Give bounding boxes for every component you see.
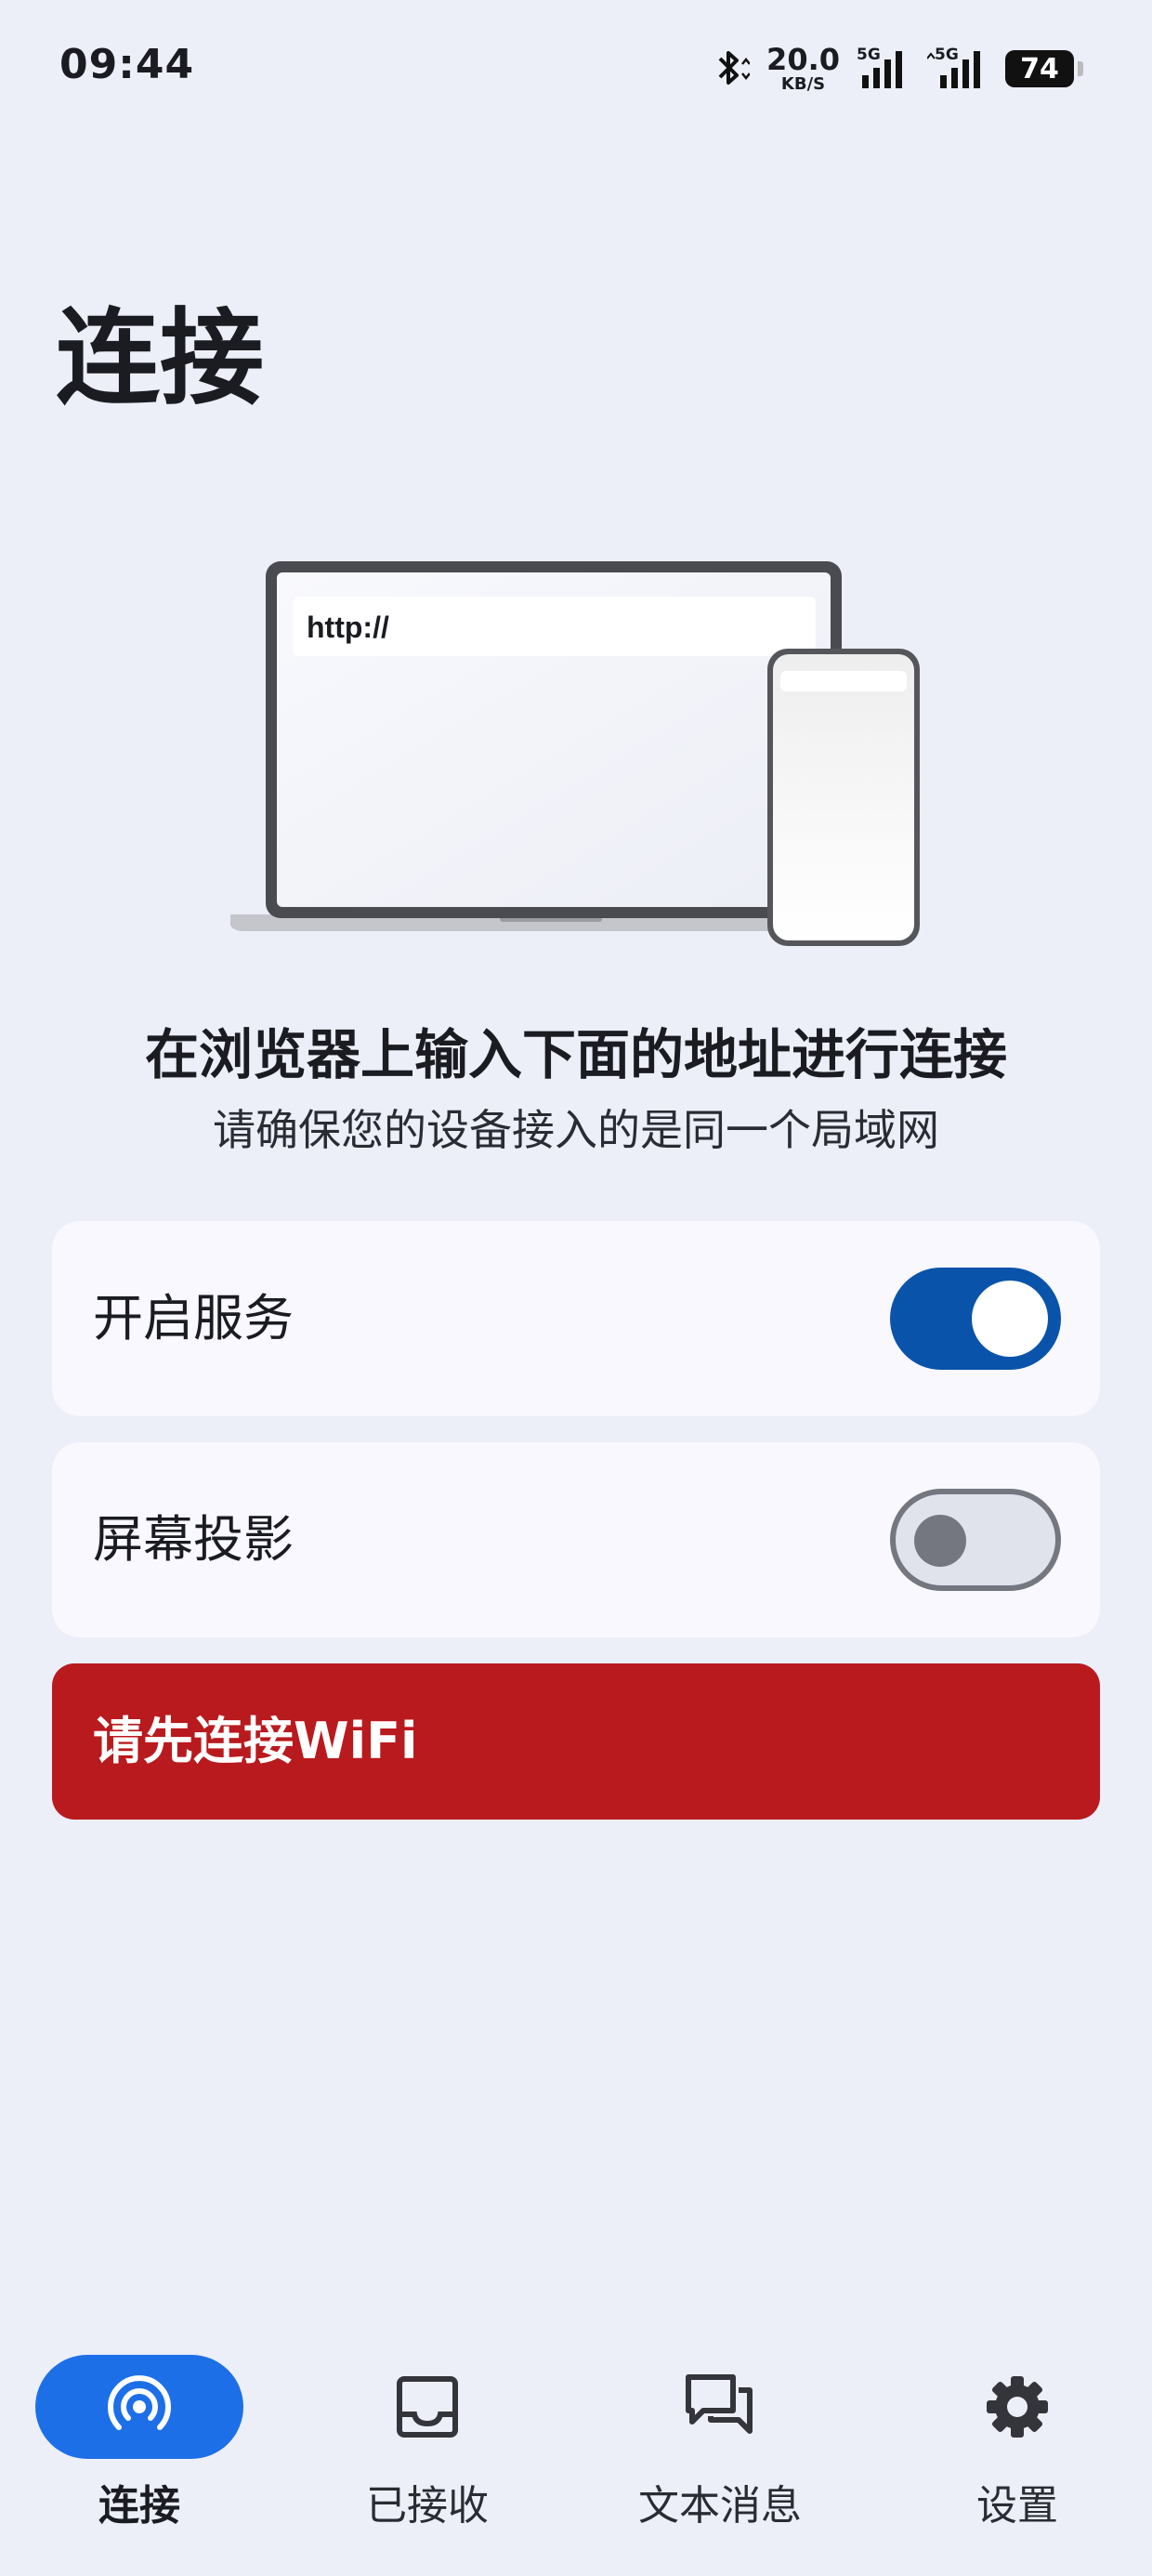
network-speed-unit: KB/S (780, 74, 826, 94)
wifi-warning-banner[interactable]: 请先连接WiFi (52, 1663, 1100, 1820)
battery-icon: 74 (1005, 50, 1083, 87)
network-speed: 20.0 KB/S (766, 45, 840, 93)
nav-item-text-messages[interactable]: 文本消息 (581, 2342, 859, 2530)
nav-item-connect[interactable]: 连接 (0, 2342, 279, 2530)
screen-projection-label: 屏幕投影 (93, 1510, 294, 1569)
signal-type-label: 5G (935, 46, 959, 64)
toggle-knob (972, 1281, 1048, 1357)
battery-level: 74 (1020, 52, 1059, 85)
bluetooth-icon (713, 47, 751, 90)
signal-icon: 5G (857, 46, 910, 90)
nav-icon-container (616, 2355, 824, 2459)
network-speed-value: 20.0 (766, 42, 840, 77)
signal-icon: 5G (927, 46, 988, 90)
broadcast-icon (108, 2375, 171, 2430)
page-title: 连接 (56, 298, 264, 419)
nav-label-connect: 连接 (98, 2482, 180, 2530)
toggle-knob (914, 1515, 966, 1567)
instruction-headline: 在浏览器上输入下面的地址进行连接 (144, 1023, 1007, 1086)
connect-illustration: http:// (230, 558, 927, 948)
chat-icon (686, 2374, 753, 2434)
status-bar: 09:44 20.0 KB/S 5G 5G 74 (0, 0, 1152, 139)
service-label: 开启服务 (93, 1289, 294, 1347)
screen-projection-toggle[interactable] (890, 1489, 1061, 1591)
nav-label-settings: 设置 (976, 2482, 1058, 2530)
nav-label-text-messages: 文本消息 (638, 2482, 802, 2530)
bottom-nav: 连接 已接收 文本消息 设置 (0, 2342, 1152, 2576)
url-bar-text: http:// (307, 611, 389, 644)
signal-type-label: 5G (857, 46, 881, 64)
status-time: 09:44 (59, 41, 195, 88)
status-icons: 20.0 KB/S 5G 5G 74 (713, 41, 1083, 97)
service-toggle[interactable] (890, 1268, 1061, 1370)
gear-icon (987, 2376, 1048, 2438)
inbox-icon (397, 2376, 458, 2438)
wifi-warning-text: 请先连接WiFi (93, 1712, 418, 1770)
nav-item-received[interactable]: 已接收 (288, 2342, 567, 2530)
instruction-subline: 请确保您的设备接入的是同一个局域网 (213, 1105, 939, 1155)
laptop-phone-illustration: http:// (230, 561, 920, 946)
nav-icon-container (323, 2355, 531, 2459)
battery-tip (1078, 61, 1083, 76)
nav-label-received: 已接收 (366, 2482, 489, 2530)
nav-item-settings[interactable]: 设置 (878, 2342, 1152, 2530)
screen-projection-card: 屏幕投影 (52, 1442, 1100, 1637)
nav-icon-container (35, 2355, 243, 2459)
service-card: 开启服务 (52, 1221, 1100, 1416)
nav-icon-container (913, 2355, 1121, 2459)
